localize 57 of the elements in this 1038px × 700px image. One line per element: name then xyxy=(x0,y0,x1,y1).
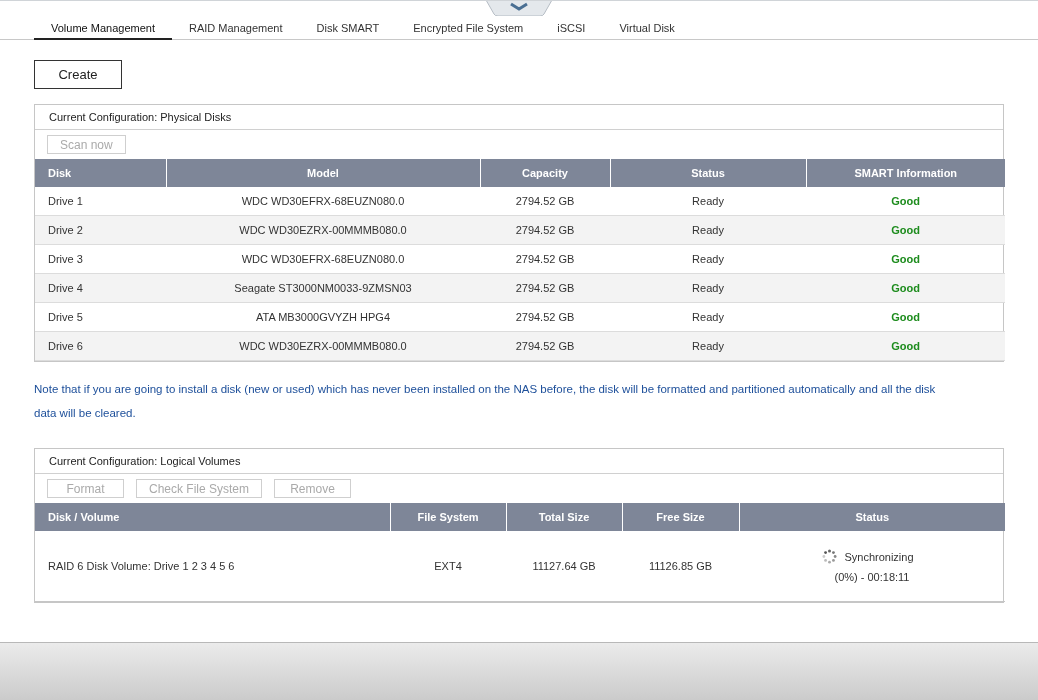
table-cell: Good xyxy=(806,331,1005,361)
table-cell: Seagate ST3000NM0033-9ZMSN03 xyxy=(166,273,480,303)
column-header: Disk xyxy=(35,159,166,187)
table-cell: WDC WD30EZRX-00MMMB080.0 xyxy=(166,215,480,245)
note-text: Note that if you are going to install a disk (new or used) which has never been installed on the NAS before, the disk will be formatted and partitioned automatically and all the disk data will be cleared. xyxy=(34,382,937,421)
table-cell: Good xyxy=(806,273,1005,303)
table-cell: WDC WD30EFRX-68EUZN080.0 xyxy=(166,187,480,216)
table-cell: EXT4 xyxy=(390,531,506,602)
table-cell: WDC WD30EZRX-00MMMB080.0 xyxy=(166,331,480,361)
table-cell: Ready xyxy=(610,331,806,361)
table-cell: Ready xyxy=(610,273,806,303)
column-header: File System xyxy=(390,503,506,531)
table-cell: 2794.52 GB xyxy=(480,273,610,303)
column-header: Capacity xyxy=(480,159,610,187)
tab[interactable]: Encrypted File System xyxy=(396,20,541,40)
table-cell: 2794.52 GB xyxy=(480,244,610,274)
column-header: Status xyxy=(739,503,1005,531)
table-cell: Drive 4 xyxy=(35,273,166,303)
status-text: Synchronizing xyxy=(844,550,914,563)
collapse-handle-icon[interactable] xyxy=(486,1,552,16)
column-header: Disk / Volume xyxy=(35,503,390,531)
table-cell: Drive 3 xyxy=(35,244,166,274)
tab[interactable]: Volume Management xyxy=(34,20,172,40)
column-header: Model xyxy=(166,159,480,187)
table-cell: Drive 6 xyxy=(35,331,166,361)
tab[interactable]: RAID Management xyxy=(171,20,300,40)
tab[interactable]: Disk SMART xyxy=(299,20,397,40)
table-cell: 2794.52 GB xyxy=(480,331,610,361)
table-cell: Good xyxy=(806,302,1005,332)
table-cell: Good xyxy=(806,244,1005,274)
table-cell: 2794.52 GB xyxy=(480,187,610,216)
panel-title: Current Configuration: Physical Disks xyxy=(35,105,1003,130)
table-cell: Drive 1 xyxy=(35,187,166,216)
table-cell: ATA MB3000GVYZH HPG4 xyxy=(166,302,480,332)
table-cell: 11126.85 GB xyxy=(622,531,739,602)
table-cell: 2794.52 GB xyxy=(480,302,610,332)
panel-title: Current Configuration: Logical Volumes xyxy=(35,449,1003,474)
table-cell: Ready xyxy=(610,187,806,216)
table-cell: Good xyxy=(806,187,1005,216)
table-cell: 11127.64 GB xyxy=(506,531,622,602)
table-cell: Drive 5 xyxy=(35,302,166,332)
tab[interactable]: iSCSI xyxy=(540,20,603,40)
table-cell: WDC WD30EFRX-68EUZN080.0 xyxy=(166,244,480,274)
table-cell: Ready xyxy=(610,302,806,332)
progress-text: (0%) - 00:18:11 xyxy=(834,571,910,583)
table-cell: Ready xyxy=(610,244,806,274)
column-header: Total Size xyxy=(506,503,622,531)
table-cell: Good xyxy=(806,215,1005,245)
table-cell: RAID 6 Disk Volume: Drive 1 2 3 4 5 6 xyxy=(35,531,390,602)
tab[interactable]: Virtual Disk xyxy=(602,20,692,40)
table-cell: 2794.52 GB xyxy=(480,215,610,245)
create-button[interactable]: Create xyxy=(34,60,122,89)
table-cell: Ready xyxy=(610,215,806,245)
column-header: Status xyxy=(610,159,806,187)
column-header: SMART Information xyxy=(806,159,1005,187)
column-header: Free Size xyxy=(622,503,739,531)
table-cell: Drive 2 xyxy=(35,215,166,245)
